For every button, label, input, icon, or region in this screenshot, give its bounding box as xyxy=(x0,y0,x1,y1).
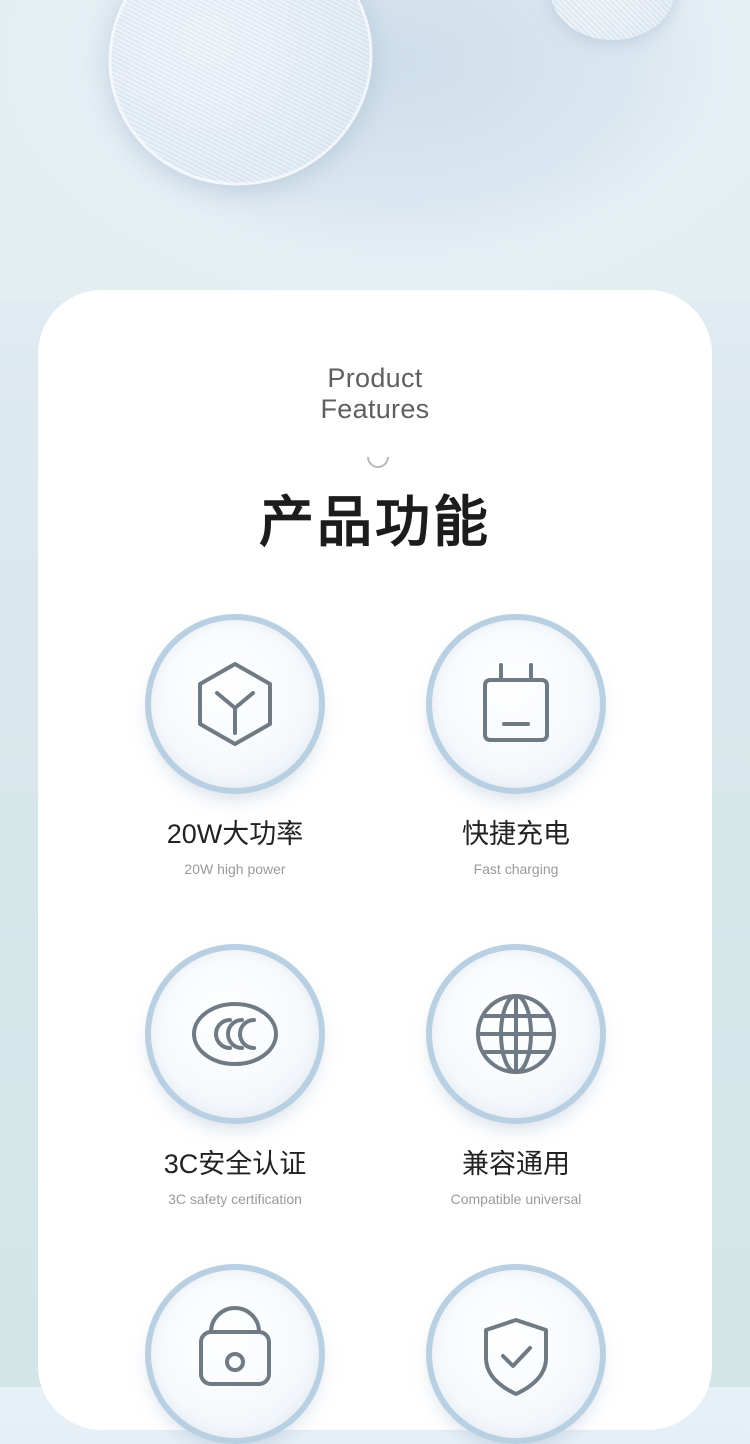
feature-icon-circle xyxy=(145,614,325,794)
section-title-en-line1: Product xyxy=(327,363,423,393)
feature-subtitle: 3C safety certification xyxy=(168,1191,302,1207)
shield-check-icon xyxy=(484,1318,548,1396)
feature-title: 快捷充电 xyxy=(462,819,570,849)
charger-plug-icon xyxy=(483,663,549,742)
hero-banner xyxy=(0,0,750,300)
feature-icon-circle xyxy=(426,1264,606,1444)
feature-title: 兼容通用 xyxy=(462,1149,570,1179)
section-title-en-line2: Features xyxy=(320,394,430,424)
feature-subtitle: Compatible universal xyxy=(450,1191,582,1207)
feature-icon-circle xyxy=(145,944,325,1124)
feature-icon-circle xyxy=(426,614,606,794)
cube-icon xyxy=(198,662,272,746)
feature-subtitle: Fast charging xyxy=(473,861,559,877)
ccc-certification-icon xyxy=(192,1002,278,1066)
feature-subtitle: 20W high power xyxy=(184,861,286,877)
section-title-cn: 产品功能 xyxy=(258,491,491,553)
hero-product-disc-small xyxy=(550,0,675,40)
hero-product-disc xyxy=(75,0,406,220)
feature-icon-circle xyxy=(145,1264,325,1444)
feature-title: 20W大功率 xyxy=(166,819,304,849)
feature-title: 3C安全认证 xyxy=(163,1149,307,1179)
feature-icon-circle xyxy=(426,944,606,1124)
lock-icon xyxy=(199,1306,271,1386)
globe-icon xyxy=(476,994,556,1074)
